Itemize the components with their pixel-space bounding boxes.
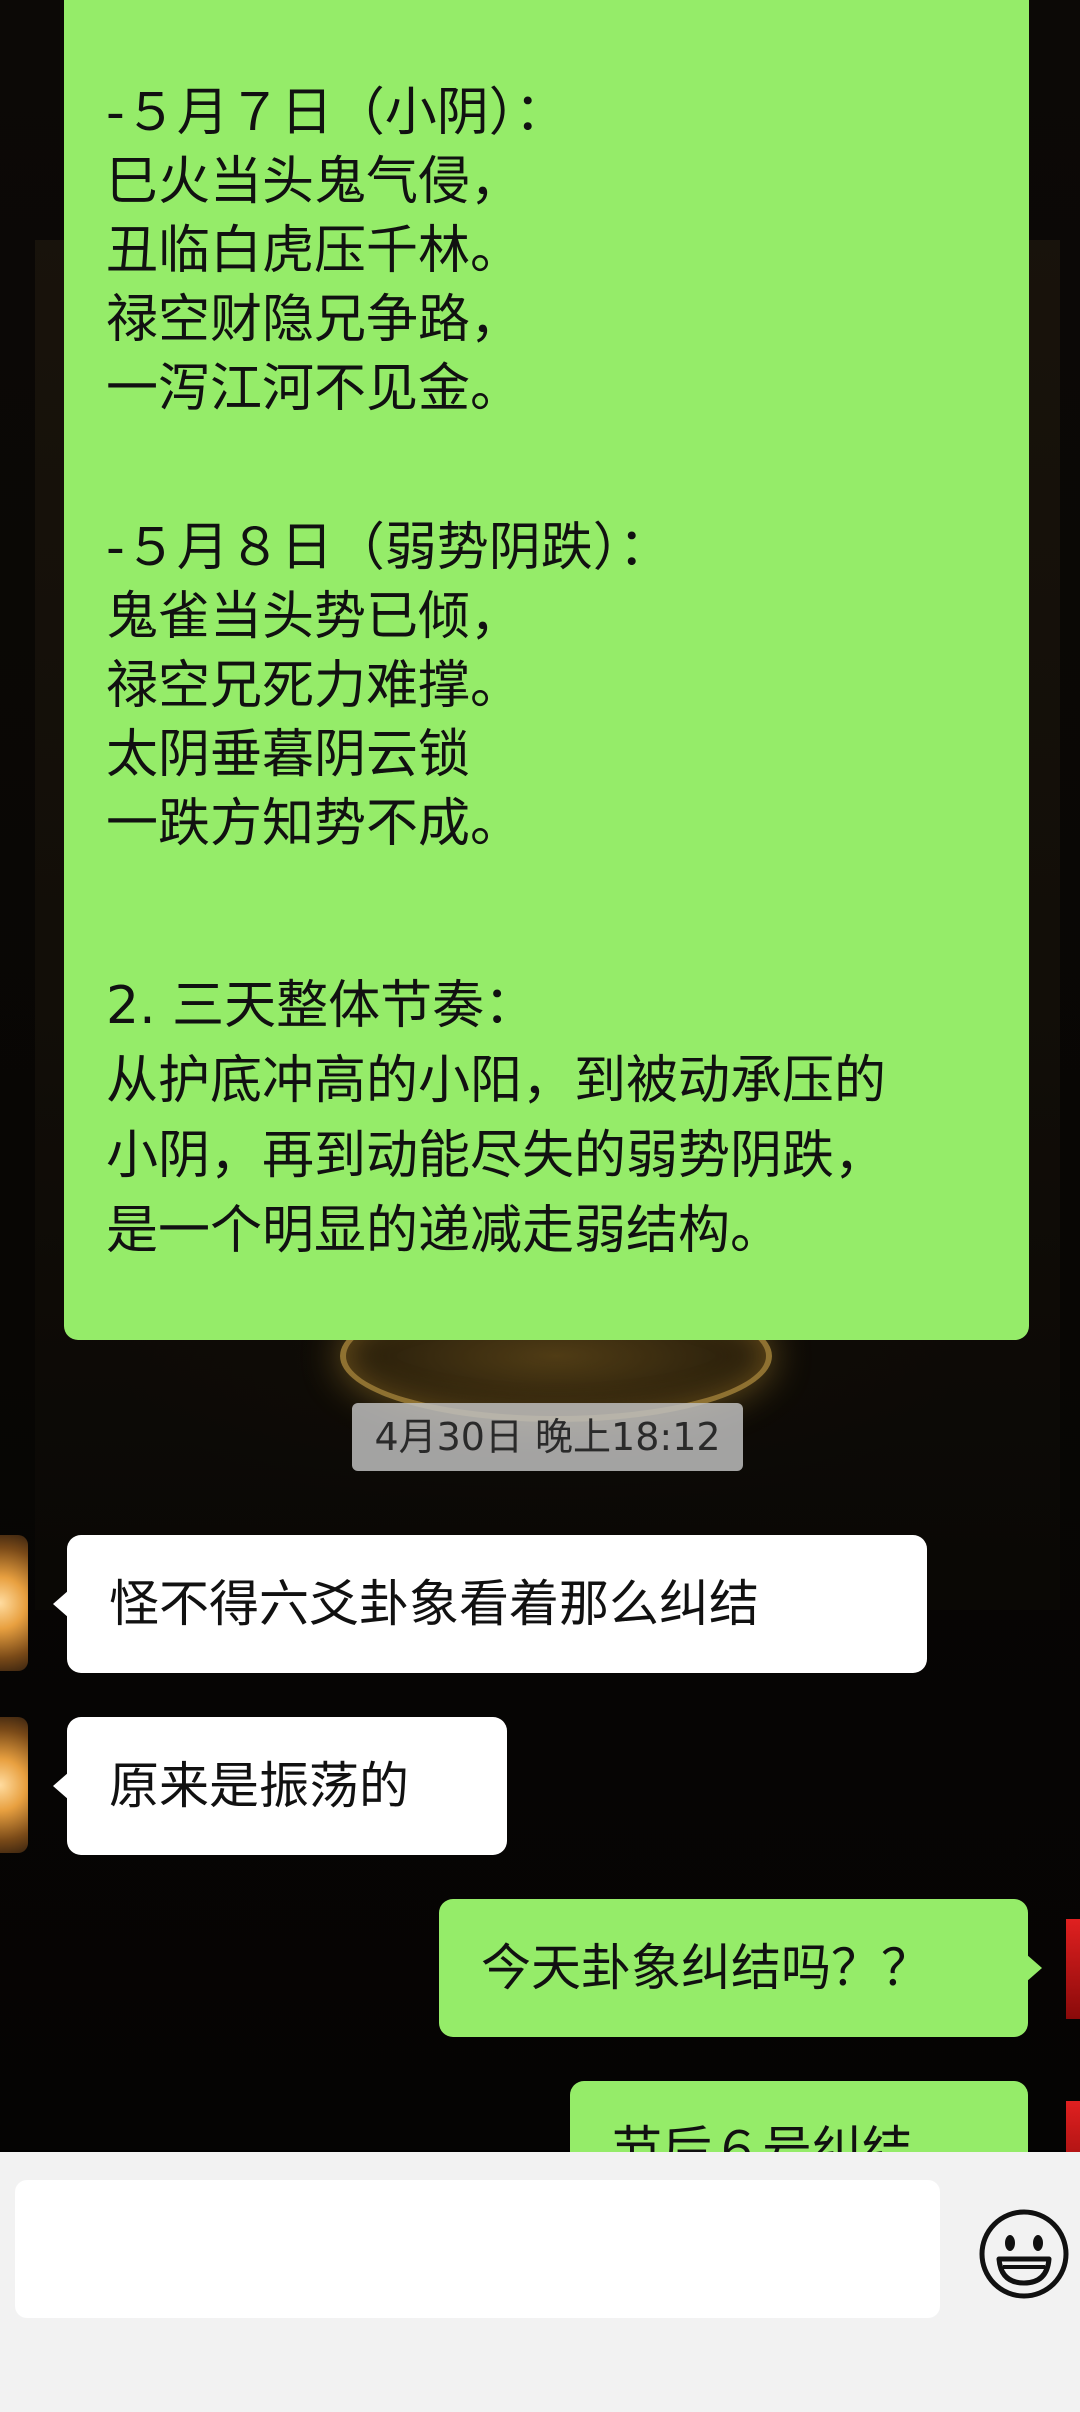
- message-line: 一跌方知势不成。: [106, 794, 523, 854]
- message-line: -５月８日（弱势阴跌）：: [106, 518, 671, 578]
- avatar[interactable]: [0, 1535, 28, 1671]
- message-text: 今天卦象纠结吗？？: [481, 1939, 931, 1997]
- sent-message[interactable]: 节后６号纠结: [570, 2081, 1028, 2152]
- received-message[interactable]: 怪不得六爻卦象看着那么纠结: [53, 1535, 927, 1673]
- avatar[interactable]: [1066, 1919, 1080, 2019]
- message-line: -５月７日（小阴）：: [106, 83, 567, 143]
- message-line: 丑临白虎压千林。: [106, 221, 523, 281]
- message-line: 禄空兄死力难撑。: [106, 656, 523, 716]
- message-line: 禄空财隐兄争路，: [106, 290, 523, 350]
- message-line: 鬼雀当头势已倾，: [106, 587, 523, 647]
- message-input[interactable]: [15, 2180, 940, 2318]
- chat-area[interactable]: -５月７日（小阴）： 巳火当头鬼气侵， 丑临白虎压千林。 禄空财隐兄争路， 一泻…: [0, 0, 1080, 2152]
- message-line: 巳火当头鬼气侵，: [106, 152, 523, 212]
- message-line: 2. 三天整体节奏：: [106, 976, 537, 1036]
- message-text: 怪不得六爻卦象看着那么纠结: [109, 1575, 759, 1633]
- message-text: 原来是振荡的: [109, 1757, 409, 1815]
- message-line: 小阴，再到动能尽失的弱势阴跌，: [106, 1126, 887, 1186]
- smiley-face-icon[interactable]: [977, 2207, 1071, 2301]
- received-message[interactable]: 原来是振荡的: [53, 1717, 507, 1855]
- avatar[interactable]: [0, 1717, 28, 1853]
- message-line: 是一个明显的递减走弱结构。: [106, 1201, 783, 1261]
- message-line: 一泻江河不见金。: [106, 359, 523, 419]
- message-line: 太阴垂暮阴云锁: [106, 725, 471, 785]
- avatar[interactable]: [1066, 2101, 1080, 2152]
- sent-message[interactable]: 今天卦象纠结吗？？: [439, 1899, 1042, 2037]
- composer-bar: [0, 2152, 1080, 2412]
- message-line: 从护底冲高的小阳，到被动承压的: [106, 1051, 887, 1111]
- sent-message-long[interactable]: -５月７日（小阴）： 巳火当头鬼气侵， 丑临白虎压千林。 禄空财隐兄争路， 一泻…: [64, 0, 1029, 1340]
- message-text: 节后６号纠结: [612, 2121, 912, 2152]
- timestamp-divider: 4月30日 晚上18:12: [352, 1403, 743, 1471]
